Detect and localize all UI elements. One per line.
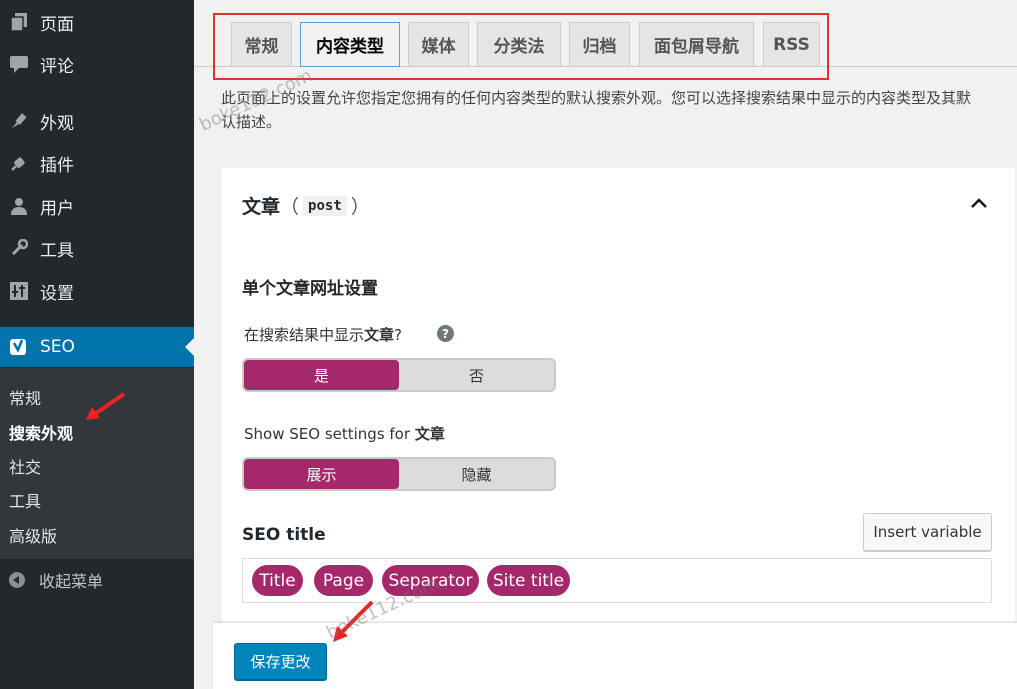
submenu-item-tools[interactable]: 工具 xyxy=(9,488,41,512)
collapse-menu-label: 收起菜单 xyxy=(39,572,104,591)
paren-close: ） xyxy=(350,196,370,218)
variable-pill[interactable]: Page xyxy=(314,565,373,596)
submenu-item-general[interactable]: 常规 xyxy=(9,385,41,409)
paren-open: （ xyxy=(280,196,300,218)
sidebar-item-seo[interactable]: SEO xyxy=(0,327,194,367)
insert-variable-button[interactable]: Insert variable xyxy=(863,513,992,551)
panel-title[interactable]: 文章 （ post ） xyxy=(242,192,370,219)
toggle-option-no[interactable]: 否 xyxy=(399,360,554,390)
sidebar-item-label: 外观 xyxy=(40,113,74,134)
show-in-results-label: 在搜索结果中显示文章? xyxy=(244,324,402,345)
yoast-icon xyxy=(0,337,38,357)
toggle-option-show[interactable]: 展示 xyxy=(244,459,399,489)
submenu-item-search-appearance[interactable]: 搜索外观 xyxy=(9,420,73,444)
sidebar-item-settings[interactable]: 设置 xyxy=(0,271,194,311)
sidebar-item-comments[interactable]: 评论 xyxy=(0,44,194,84)
help-icon[interactable]: ? xyxy=(437,325,454,342)
show-in-results-toggle: 是 否 xyxy=(242,358,556,392)
section-title: 单个文章网址设置 xyxy=(242,279,378,299)
sidebar-item-label: 工具 xyxy=(40,240,74,261)
collapse-icon xyxy=(9,572,25,588)
sidebar-item-appearance[interactable]: 外观 xyxy=(0,101,194,141)
sidebar-item-users[interactable]: 用户 xyxy=(0,186,194,226)
page-description: 此页面上的设置允许您指定您拥有的任何内容类型的默认搜索外观。您可以选择搜索结果中… xyxy=(221,89,972,131)
show-seo-settings-label: Show SEO settings for 文章 xyxy=(244,423,445,444)
annotation-arrow-icon xyxy=(86,392,126,420)
toggle-option-yes[interactable]: 是 xyxy=(244,360,399,390)
appearance-icon xyxy=(0,112,38,130)
pages-icon xyxy=(0,13,38,31)
sidebar-item-pages[interactable]: 页面 xyxy=(0,2,194,42)
label-bold: 文章 xyxy=(364,326,395,344)
show-seo-settings-toggle: 展示 隐藏 xyxy=(242,457,556,491)
collapse-menu-button[interactable]: 收起菜单 xyxy=(0,562,194,598)
label-prefix: Show SEO settings for xyxy=(244,425,411,443)
sidebar-item-label: SEO xyxy=(40,337,75,357)
chevron-up-icon[interactable] xyxy=(970,194,988,212)
admin-sidebar: 页面 评论 外观 插件 用户 工具 设置 SEO 常规 搜索外观 社交 工具 高… xyxy=(0,0,194,689)
label-prefix: 在搜索结果中显示 xyxy=(244,326,365,344)
plugins-icon xyxy=(0,154,38,172)
variable-pill[interactable]: Title xyxy=(252,565,303,596)
sidebar-item-label: 设置 xyxy=(40,283,74,304)
settings-icon xyxy=(0,282,38,300)
post-type-code: post xyxy=(303,195,347,216)
sidebar-item-label: 页面 xyxy=(40,14,74,35)
variable-pill[interactable]: Site title xyxy=(487,565,570,596)
seo-title-input[interactable]: Title Page Separator Site title xyxy=(242,558,992,603)
sidebar-item-plugins[interactable]: 插件 xyxy=(0,143,194,183)
sidebar-item-label: 用户 xyxy=(40,198,74,219)
save-changes-button[interactable]: 保存更改 xyxy=(234,643,327,680)
submenu-item-social[interactable]: 社交 xyxy=(9,454,41,478)
label-suffix: ? xyxy=(394,326,402,344)
tools-icon xyxy=(0,239,38,257)
label-bold: 文章 xyxy=(414,425,445,443)
sidebar-item-tools[interactable]: 工具 xyxy=(0,228,194,268)
toggle-option-hide[interactable]: 隐藏 xyxy=(399,459,554,489)
panel-title-text: 文章 xyxy=(242,196,281,218)
seo-title-label: SEO title xyxy=(242,525,326,545)
users-icon xyxy=(0,197,38,215)
submenu-item-premium[interactable]: 高级版 xyxy=(9,523,57,547)
comments-icon xyxy=(0,55,38,73)
sidebar-item-label: 评论 xyxy=(40,56,74,77)
sidebar-item-label: 插件 xyxy=(40,155,74,176)
